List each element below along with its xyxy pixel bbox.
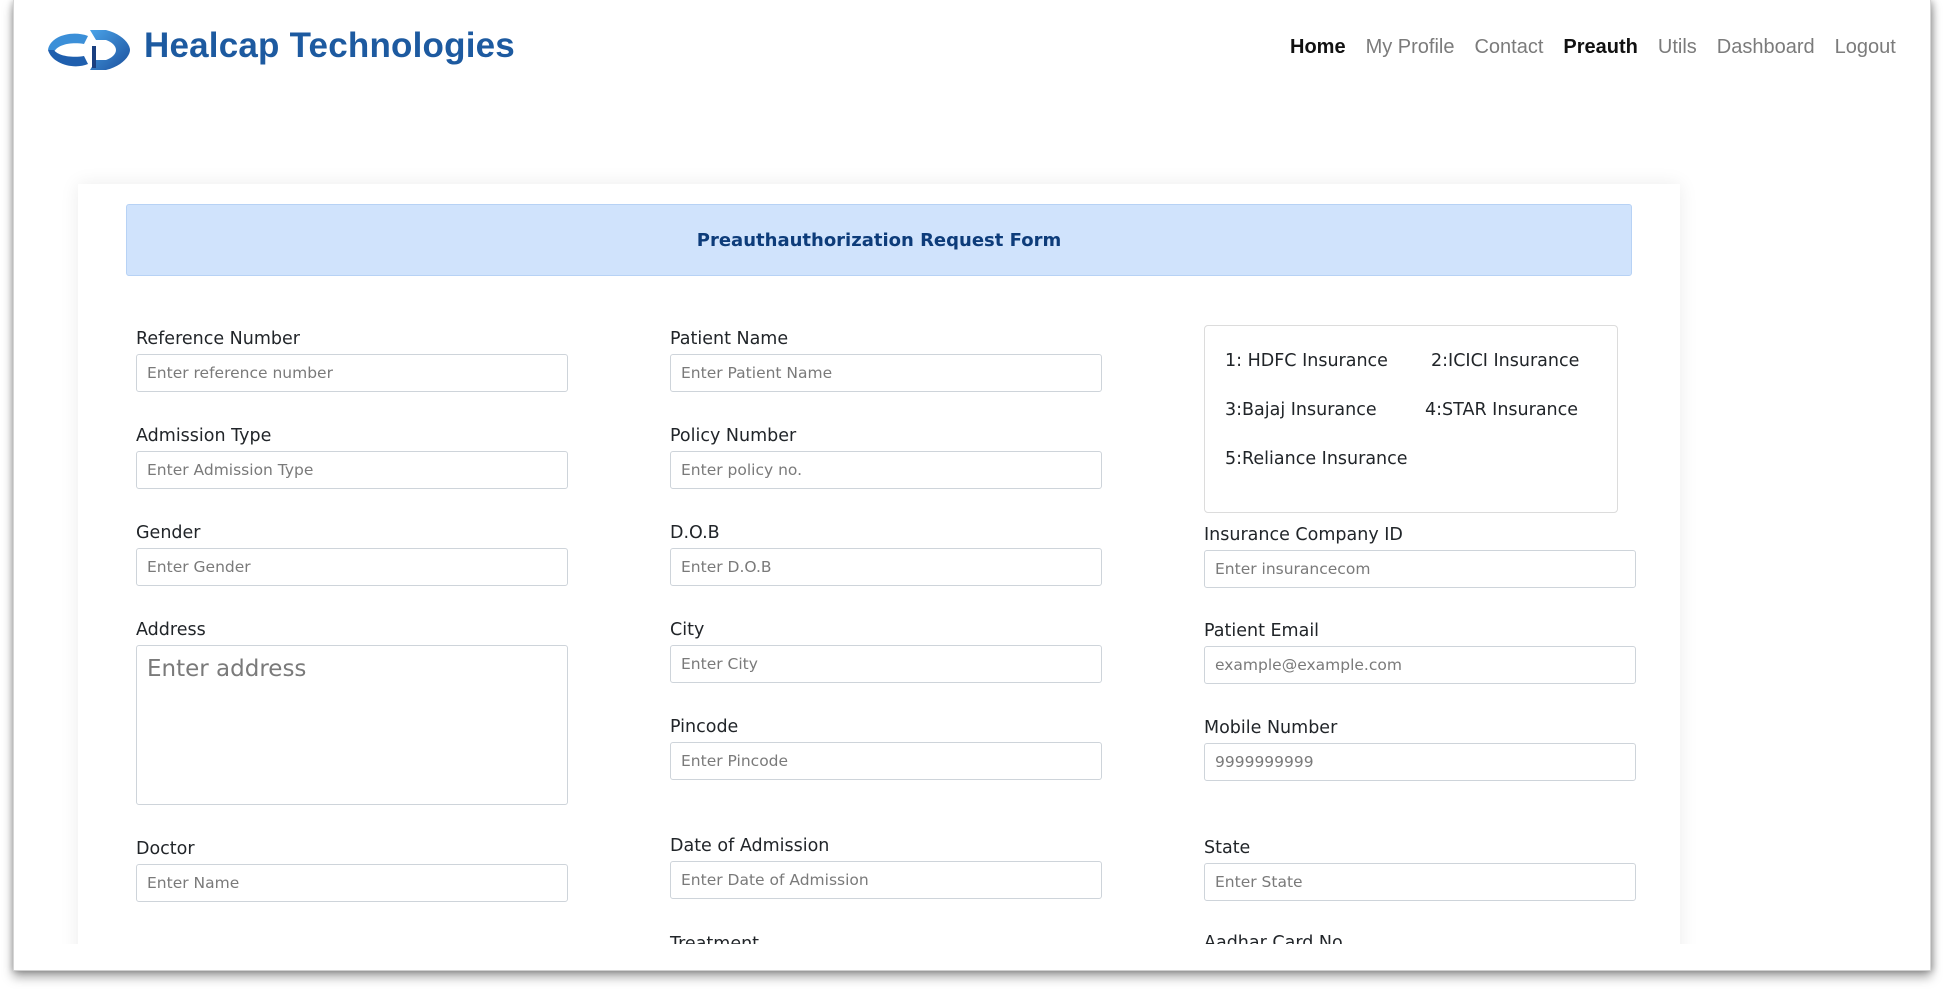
- nav-logout[interactable]: Logout: [1835, 36, 1896, 59]
- insurance-item: 4:STAR Insurance: [1425, 400, 1579, 420]
- patient-email-label: Patient Email: [1204, 621, 1320, 641]
- date-of-admission-label: Date of Admission: [670, 836, 830, 856]
- mobile-number-group: Mobile Number: [1204, 718, 1636, 781]
- mobile-number-label: Mobile Number: [1204, 718, 1338, 738]
- policy-number-input[interactable]: [670, 451, 1102, 489]
- brand-title: Healcap Technologies: [144, 26, 515, 65]
- policy-number-group: Policy Number: [670, 426, 1102, 489]
- reference-number-group: Reference Number: [136, 329, 568, 392]
- gender-input[interactable]: [136, 548, 568, 586]
- pincode-input[interactable]: [670, 742, 1102, 780]
- browser-window: Healcap Technologies Home My Profile Con…: [13, 0, 1931, 971]
- dob-input[interactable]: [670, 548, 1102, 586]
- insurance-item: 3:Bajaj Insurance: [1225, 400, 1377, 420]
- patient-name-input[interactable]: [670, 354, 1102, 392]
- reference-number-input[interactable]: [136, 354, 568, 392]
- insurance-company-id-input[interactable]: [1204, 550, 1636, 588]
- insurance-company-id-group: Insurance Company ID: [1204, 525, 1636, 588]
- address-textarea[interactable]: [136, 645, 568, 805]
- insurance-item: 1: HDFC Insurance: [1225, 351, 1388, 371]
- doctor-input[interactable]: [136, 864, 568, 902]
- insurance-company-id-label: Insurance Company ID: [1204, 525, 1403, 545]
- admission-type-group: Admission Type: [136, 426, 568, 489]
- patient-name-group: Patient Name: [670, 329, 1102, 392]
- dob-group: D.O.B: [670, 523, 1102, 586]
- date-of-admission-group: Date of Admission: [670, 836, 1102, 899]
- state-label: State: [1204, 838, 1251, 858]
- nav-home[interactable]: Home: [1290, 36, 1346, 59]
- healcap-logo-icon: [48, 30, 130, 70]
- viewport-bottom-edge: [14, 944, 1930, 970]
- nav-dashboard[interactable]: Dashboard: [1717, 36, 1815, 59]
- pincode-group: Pincode: [670, 717, 1102, 780]
- gender-label: Gender: [136, 523, 201, 543]
- form-title-banner: Preauthauthorization Request Form: [126, 204, 1632, 276]
- insurance-company-list: 1: HDFC Insurance 2:ICICI Insurance 3:Ba…: [1204, 325, 1618, 513]
- pincode-label: Pincode: [670, 717, 739, 737]
- patient-email-group: Patient Email: [1204, 621, 1636, 684]
- address-group: Address: [136, 620, 568, 805]
- nav-utils[interactable]: Utils: [1658, 36, 1697, 59]
- preauth-form-card: Preauthauthorization Request Form Refere…: [78, 184, 1680, 970]
- insurance-item: 2:ICICI Insurance: [1431, 351, 1580, 371]
- city-group: City: [670, 620, 1102, 683]
- address-label: Address: [136, 620, 206, 640]
- insurance-item: 5:Reliance Insurance: [1225, 449, 1408, 469]
- policy-number-label: Policy Number: [670, 426, 797, 446]
- mobile-number-input[interactable]: [1204, 743, 1636, 781]
- admission-type-label: Admission Type: [136, 426, 272, 446]
- doctor-group: Doctor: [136, 839, 568, 902]
- patient-email-input[interactable]: [1204, 646, 1636, 684]
- state-group: State: [1204, 838, 1636, 901]
- city-label: City: [670, 620, 705, 640]
- nav-preauth[interactable]: Preauth: [1563, 36, 1637, 59]
- nav-my-profile[interactable]: My Profile: [1366, 36, 1455, 59]
- admission-type-input[interactable]: [136, 451, 568, 489]
- city-input[interactable]: [670, 645, 1102, 683]
- top-navigation: Home My Profile Contact Preauth Utils Da…: [1290, 30, 1918, 66]
- doctor-label: Doctor: [136, 839, 195, 859]
- dob-label: D.O.B: [670, 523, 720, 543]
- gender-group: Gender: [136, 523, 568, 586]
- date-of-admission-input[interactable]: [670, 861, 1102, 899]
- form-title: Preauthauthorization Request Form: [696, 229, 1062, 251]
- nav-contact[interactable]: Contact: [1474, 36, 1543, 59]
- state-input[interactable]: [1204, 863, 1636, 901]
- patient-name-label: Patient Name: [670, 329, 789, 349]
- reference-number-label: Reference Number: [136, 329, 300, 349]
